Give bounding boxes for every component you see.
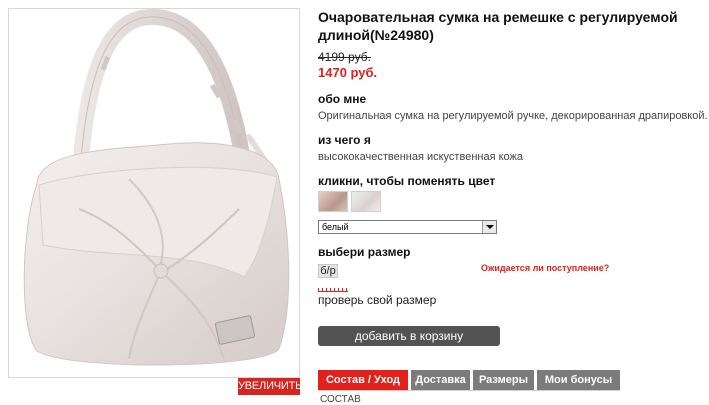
size-option[interactable]: б/р (318, 264, 338, 278)
chevron-down-icon[interactable] (482, 221, 496, 233)
add-to-cart-button[interactable]: добавить в корзину (318, 326, 500, 346)
color-select-value: белый (322, 222, 349, 232)
size-heading: выбери размер (318, 245, 411, 259)
bag-illustration (23, 9, 290, 366)
color-heading: кликни, чтобы поменять цвет (318, 174, 496, 188)
material-heading: из чего я (318, 133, 371, 147)
material-text: высококачественная искуственная кожа (318, 151, 523, 163)
availability-link[interactable]: Ожидается ли поступление? (481, 263, 609, 273)
product-title: Очаровательная сумка на ремешке с регули… (318, 9, 678, 43)
color-select[interactable]: белый (318, 220, 497, 234)
old-price: 4199 руб. (318, 50, 371, 64)
product-image[interactable] (8, 8, 300, 378)
tab-bonuses[interactable]: Мои бонусы (537, 370, 620, 390)
enlarge-button[interactable]: УВЕЛИЧИТЬ (238, 378, 302, 395)
tabs-divider (318, 390, 620, 391)
sale-price: 1470 руб. (318, 65, 378, 80)
about-text: Оригинальная сумка на регулируемой ручке… (318, 110, 708, 122)
color-swatch-1[interactable] (318, 191, 348, 212)
tab-content-heading: СОСТАВ (320, 394, 361, 405)
tab-sizes[interactable]: Размеры (473, 370, 534, 390)
check-size-link[interactable]: проверь свой размер (318, 293, 436, 307)
tab-composition[interactable]: Состав / Уход (318, 370, 408, 390)
ruler-icon (318, 288, 348, 292)
color-swatch-2[interactable] (351, 191, 381, 212)
about-heading: обо мне (318, 92, 367, 106)
tab-delivery[interactable]: Доставка (411, 370, 470, 390)
